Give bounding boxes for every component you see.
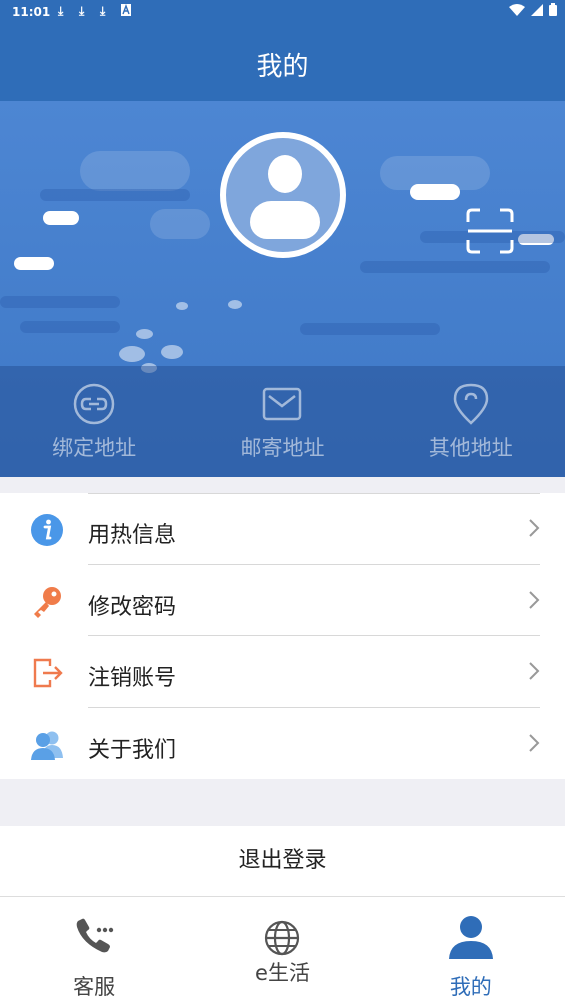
signal-icon — [531, 3, 543, 19]
bubble-decoration — [228, 300, 242, 309]
status-bar: 11:01 ⤓ ⤓ ⤓ — [0, 0, 565, 24]
bubble-decoration — [119, 346, 145, 362]
cloud-decoration — [150, 209, 210, 239]
stripe-decoration — [300, 323, 440, 335]
mail-icon — [263, 387, 302, 421]
stripe-decoration — [40, 189, 190, 201]
download-icon: ⤓ — [58, 4, 64, 18]
tab-label: 我的 — [449, 975, 492, 999]
location-pin-icon — [453, 383, 489, 425]
menu-item-label: 修改密码 — [88, 594, 177, 620]
status-time: 11:01 — [12, 5, 51, 19]
profile-hero: 绑定地址 邮寄地址 其他地址 — [0, 101, 565, 477]
chevron-right-icon — [529, 733, 540, 752]
a-icon — [121, 4, 131, 19]
top-bar: 11:01 ⤓ ⤓ ⤓ 我的 — [0, 0, 565, 101]
page-title: 我的 — [256, 52, 309, 82]
globe-icon — [265, 920, 300, 956]
quick-actions: 绑定地址 邮寄地址 其他地址 — [0, 366, 565, 477]
cloud-decoration — [380, 156, 490, 190]
tab-mine[interactable]: 我的 — [377, 897, 565, 1004]
cloud-decoration — [80, 151, 190, 191]
stripe-decoration — [0, 296, 120, 308]
key-icon — [34, 586, 61, 618]
info-icon — [31, 514, 63, 546]
bottom-tab-bar: 客服 e生活 我的 — [0, 896, 565, 1004]
cloud-decoration — [43, 211, 79, 225]
tab-label: e生活 — [255, 961, 310, 985]
menu-item-label: 关于我们 — [88, 737, 177, 763]
download-icon: ⤓ — [100, 4, 106, 18]
user-icon — [448, 916, 493, 959]
tab-label: 客服 — [73, 975, 116, 999]
user-avatar-icon[interactable] — [220, 132, 346, 258]
battery-icon — [549, 3, 557, 19]
bubble-decoration — [161, 345, 183, 359]
quick-action-bind-address[interactable]: 绑定地址 — [0, 366, 188, 477]
settings-menu: 用热信息 修改密码 注销账号 关于我们 — [0, 493, 565, 779]
quick-action-mail-address[interactable]: 邮寄地址 — [188, 366, 376, 477]
menu-item-about-us[interactable]: 关于我们 — [0, 708, 565, 780]
chevron-right-icon — [529, 662, 540, 680]
chevron-right-icon — [529, 590, 540, 609]
quick-action-other-address[interactable]: 其他地址 — [377, 366, 565, 477]
cloud-decoration — [14, 257, 54, 270]
menu-item-heat-info[interactable]: 用热信息 — [0, 493, 565, 565]
chevron-right-icon — [529, 519, 540, 537]
menu-item-label: 注销账号 — [88, 666, 177, 691]
wifi-icon — [509, 3, 525, 19]
bubble-decoration — [136, 329, 153, 339]
scan-icon[interactable] — [466, 208, 514, 254]
menu-item-label: 用热信息 — [88, 523, 177, 548]
stripe-decoration — [20, 321, 120, 333]
quick-action-label: 绑定地址 — [52, 436, 137, 460]
quick-action-label: 其他地址 — [428, 436, 513, 460]
quick-action-label: 邮寄地址 — [240, 436, 325, 460]
exit-icon — [33, 658, 63, 688]
tab-customer-service[interactable]: 客服 — [0, 897, 188, 1004]
phone-icon — [76, 918, 114, 953]
menu-item-delete-account[interactable]: 注销账号 — [0, 636, 565, 708]
tab-e-life[interactable]: e生活 — [188, 897, 376, 1004]
stripe-decoration — [360, 261, 550, 273]
people-icon — [31, 731, 63, 760]
download-icon: ⤓ — [79, 4, 85, 18]
menu-item-change-password[interactable]: 修改密码 — [0, 565, 565, 636]
link-icon — [73, 383, 115, 425]
logout-button[interactable]: 退出登录 — [0, 826, 565, 896]
bubble-decoration — [176, 302, 188, 310]
